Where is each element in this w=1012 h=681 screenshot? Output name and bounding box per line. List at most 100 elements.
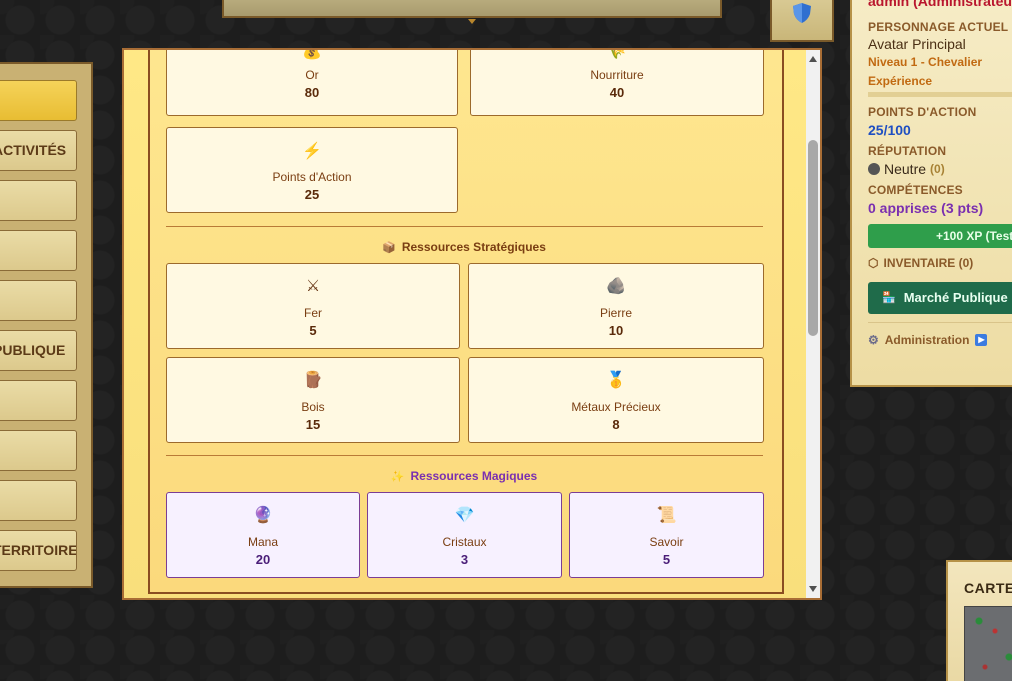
resource-value: 20 <box>255 552 271 567</box>
resource-card-crystals: 💎 Cristaux 3 <box>367 492 562 578</box>
menu-item-label: ACTIVITÉS <box>0 142 67 158</box>
shield-icon <box>793 3 811 23</box>
resource-card-precious-metals: 🥇 Métaux Précieux 8 <box>468 357 764 443</box>
menu-item-4[interactable] <box>0 280 77 321</box>
minimap-panel: CARTE <box>946 560 1012 681</box>
skills-value[interactable]: 0 apprises (3 pts) <box>868 200 1012 216</box>
section-divider <box>166 226 763 227</box>
resource-card-food: 🌾 Nourriture 40 <box>470 50 764 116</box>
administration-link[interactable]: ⚙ Administration ▶ <box>868 322 1012 347</box>
resource-value: 80 <box>304 85 320 100</box>
resource-label: Cristaux <box>442 535 487 549</box>
menu-item-label: PUBLIQUE <box>0 342 66 358</box>
swords-icon: ⚔ <box>305 278 321 295</box>
resource-label: Nourriture <box>590 68 644 82</box>
resources-modal: 💰 Or 80 🌾 Nourriture 40 ⚡ Points d'Actio… <box>122 48 822 600</box>
money-bag-icon: 💰 <box>302 50 322 60</box>
scroll-icon: 📜 <box>656 507 677 524</box>
menu-item-0[interactable] <box>0 80 77 121</box>
skills-label: COMPÉTENCES <box>868 183 963 197</box>
resource-value: 5 <box>309 323 317 338</box>
resource-card-mana: 🔮 Mana 20 <box>166 492 360 578</box>
resource-value: 5 <box>662 552 671 567</box>
menu-item-activites[interactable]: ACTIVITÉS <box>0 130 77 171</box>
add-xp-button[interactable]: +100 XP (Test) <box>868 224 1012 248</box>
lightning-icon: ⚡ <box>302 143 322 160</box>
resource-label: Fer <box>304 306 322 320</box>
shop-icon: 🏪 <box>882 292 896 304</box>
menu-item-2[interactable] <box>0 180 77 221</box>
resources-modal-content: 💰 Or 80 🌾 Nourriture 40 ⚡ Points d'Actio… <box>124 50 808 598</box>
resource-label: Mana <box>247 535 279 549</box>
resource-value: 10 <box>608 323 624 338</box>
character-panel: admin (Administrateur) PERSONNAGE ACTUEL… <box>850 0 1012 387</box>
crystal-ball-icon: 🔮 <box>253 507 273 524</box>
medal-icon: 🥇 <box>606 372 626 389</box>
character-level: Niveau 1 - Chevalier <box>868 55 983 69</box>
menu-item-6[interactable] <box>0 380 77 421</box>
gem-icon: 💎 <box>454 507 475 524</box>
resource-label: Bois <box>301 400 325 414</box>
gear-icon: ⚙ <box>868 333 879 347</box>
resource-label: Or <box>305 68 319 82</box>
menu-item-7[interactable] <box>0 430 77 471</box>
rock-icon: 🪨 <box>606 278 626 295</box>
menu-item-publique[interactable]: PUBLIQUE <box>0 330 77 371</box>
play-arrow-icon: ▶ <box>975 334 988 346</box>
food-icon: 🌾 <box>607 50 627 60</box>
resource-label: Métaux Précieux <box>571 400 661 414</box>
box-icon: ⬡ <box>868 256 879 270</box>
reputation-row: Neutre (0) <box>868 161 1012 177</box>
section-divider <box>166 455 763 456</box>
resource-card-action-points: ⚡ Points d'Action 25 <box>166 127 458 213</box>
minimap-title: CARTE <box>964 580 1012 596</box>
resource-value: 15 <box>305 417 321 432</box>
reputation-count: (0) <box>930 162 945 176</box>
left-menu: ACTIVITÉS PUBLIQUE TERRITOIRE <box>0 62 93 588</box>
magic-resources-title: ✨ Ressources Magiques <box>166 469 762 483</box>
scrollbar-thumb[interactable] <box>808 140 818 336</box>
resource-card-wood: 🪵 Bois 15 <box>166 357 460 443</box>
inventory-link[interactable]: ⬡ INVENTAIRE (0) <box>868 256 1012 270</box>
resource-label: Pierre <box>599 306 632 320</box>
package-icon: 📦 <box>382 242 396 254</box>
minimap-canvas[interactable] <box>964 606 1012 681</box>
section-title-text: Ressources Magiques <box>410 469 538 483</box>
public-market-button[interactable]: 🏪 Marché Publique <box>868 282 1012 314</box>
faction-shield-box[interactable] <box>770 0 834 42</box>
experience-label: Expérience <box>868 74 933 88</box>
scroll-up-arrow-icon[interactable] <box>809 56 817 62</box>
menu-item-8[interactable] <box>0 480 77 521</box>
reputation-value: Neutre <box>884 161 927 177</box>
action-points-label: POINTS D'ACTION <box>868 105 977 119</box>
resource-card-stone: 🪨 Pierre 10 <box>468 263 764 349</box>
scroll-down-arrow-icon[interactable] <box>809 586 817 592</box>
chevron-down-icon[interactable] <box>468 19 476 24</box>
action-points-value: 25/100 <box>868 122 911 138</box>
experience-bar <box>868 92 1012 97</box>
current-character-label: PERSONNAGE ACTUEL <box>868 20 1009 34</box>
resource-label: Points d'Action <box>272 170 352 184</box>
resource-value: 25 <box>304 187 320 202</box>
public-market-label: Marché Publique <box>903 290 1008 305</box>
resource-label: Savoir <box>649 535 684 549</box>
resource-card-iron: ⚔ Fer 5 <box>166 263 460 349</box>
inventory-label: INVENTAIRE (0) <box>883 256 974 270</box>
sparkles-icon: ✨ <box>390 471 405 483</box>
avatar-name: Avatar Principal <box>868 36 966 52</box>
menu-item-territoire[interactable]: TERRITOIRE <box>0 530 77 571</box>
menu-item-label: TERRITOIRE <box>0 542 77 558</box>
menu-item-3[interactable] <box>0 230 77 271</box>
strategic-resources-title: 📦 Ressources Stratégiques <box>166 240 762 254</box>
section-title-text: Ressources Stratégiques <box>401 240 546 254</box>
wood-icon: 🪵 <box>303 372 323 389</box>
modal-scrollbar[interactable] <box>806 50 820 598</box>
resource-value: 3 <box>460 552 469 567</box>
resource-card-knowledge: 📜 Savoir 5 <box>569 492 764 578</box>
resource-value: 40 <box>609 85 625 100</box>
reputation-dot-icon <box>868 163 880 175</box>
resource-value: 8 <box>612 417 620 432</box>
resource-card-gold: 💰 Or 80 <box>166 50 458 116</box>
reputation-label: RÉPUTATION <box>868 144 947 158</box>
user-title: admin (Administrateur) <box>868 0 1012 9</box>
